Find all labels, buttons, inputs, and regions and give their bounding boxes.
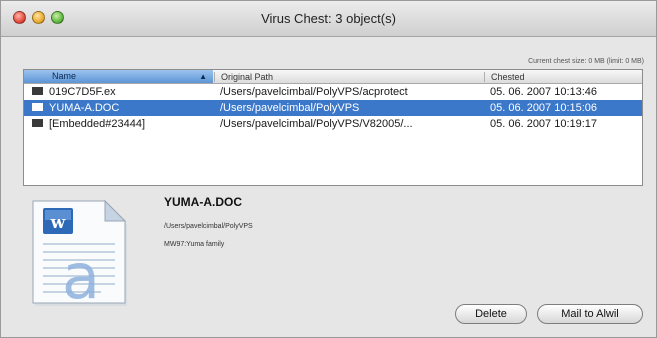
svg-text:w: w [50, 213, 66, 233]
row-path: /Users/pavelcimbal/PolyVPS [220, 102, 360, 114]
row-name: YUMA-A.DOC [49, 102, 120, 114]
chest-size-label: Current chest size: 0 MB (limit: 0 MB) [528, 58, 644, 65]
row-path: /Users/pavelcimbal/PolyVPS/V82005/... [220, 118, 413, 130]
virus-chest-window: Virus Chest: 3 object(s) Current chest s… [0, 0, 657, 338]
column-header-name[interactable]: Name ▲ [24, 70, 213, 83]
file-icon [32, 87, 43, 95]
window-title: Virus Chest: 3 object(s) [261, 11, 396, 26]
row-date: 05. 06. 2007 10:19:17 [490, 118, 598, 130]
title-bar[interactable]: Virus Chest: 3 object(s) [1, 1, 656, 37]
column-header-chested[interactable]: Chested [484, 72, 525, 82]
table-row-selected[interactable]: YUMA-A.DOC /Users/pavelcimbal/PolyVPS 05… [24, 100, 642, 116]
column-header-name-label: Name [52, 71, 77, 81]
table-row[interactable]: 019C7D5F.ex /Users/pavelcimbal/PolyVPS/a… [24, 84, 642, 100]
selected-object-name: YUMA-A.DOC [164, 195, 242, 209]
row-name: [Embedded#23444] [49, 118, 146, 130]
row-date: 05. 06. 2007 10:13:46 [490, 86, 598, 98]
selected-object-infection: MW97:Yuma family [164, 241, 225, 248]
file-icon [32, 119, 43, 127]
file-icon [32, 103, 43, 111]
mail-to-alwil-button[interactable]: Mail to Alwil [537, 304, 643, 324]
column-header-path[interactable]: Original Path [214, 72, 273, 82]
sort-arrow-icon: ▲ [199, 72, 207, 81]
table-row[interactable]: [Embedded#23444] /Users/pavelcimbal/Poly… [24, 116, 642, 132]
delete-button[interactable]: Delete [455, 304, 527, 324]
svg-text:a: a [62, 240, 100, 313]
row-name-cell: [Embedded#23444] [32, 116, 214, 132]
row-path: /Users/pavelcimbal/PolyVPS/acprotect [220, 86, 408, 98]
row-date: 05. 06. 2007 10:15:06 [490, 102, 598, 114]
word-document-icon: w a [32, 199, 127, 313]
selected-object-path: /Users/pavelcimbal/PolyVPS [164, 223, 253, 230]
row-name-cell: YUMA-A.DOC [32, 100, 214, 116]
row-name-cell: 019C7D5F.ex [32, 84, 214, 100]
table-header: Name ▲ Original Path Chested [24, 70, 642, 84]
row-name: 019C7D5F.ex [49, 86, 116, 98]
virus-chest-table[interactable]: Name ▲ Original Path Chested 019C7D5F.ex… [23, 69, 643, 186]
